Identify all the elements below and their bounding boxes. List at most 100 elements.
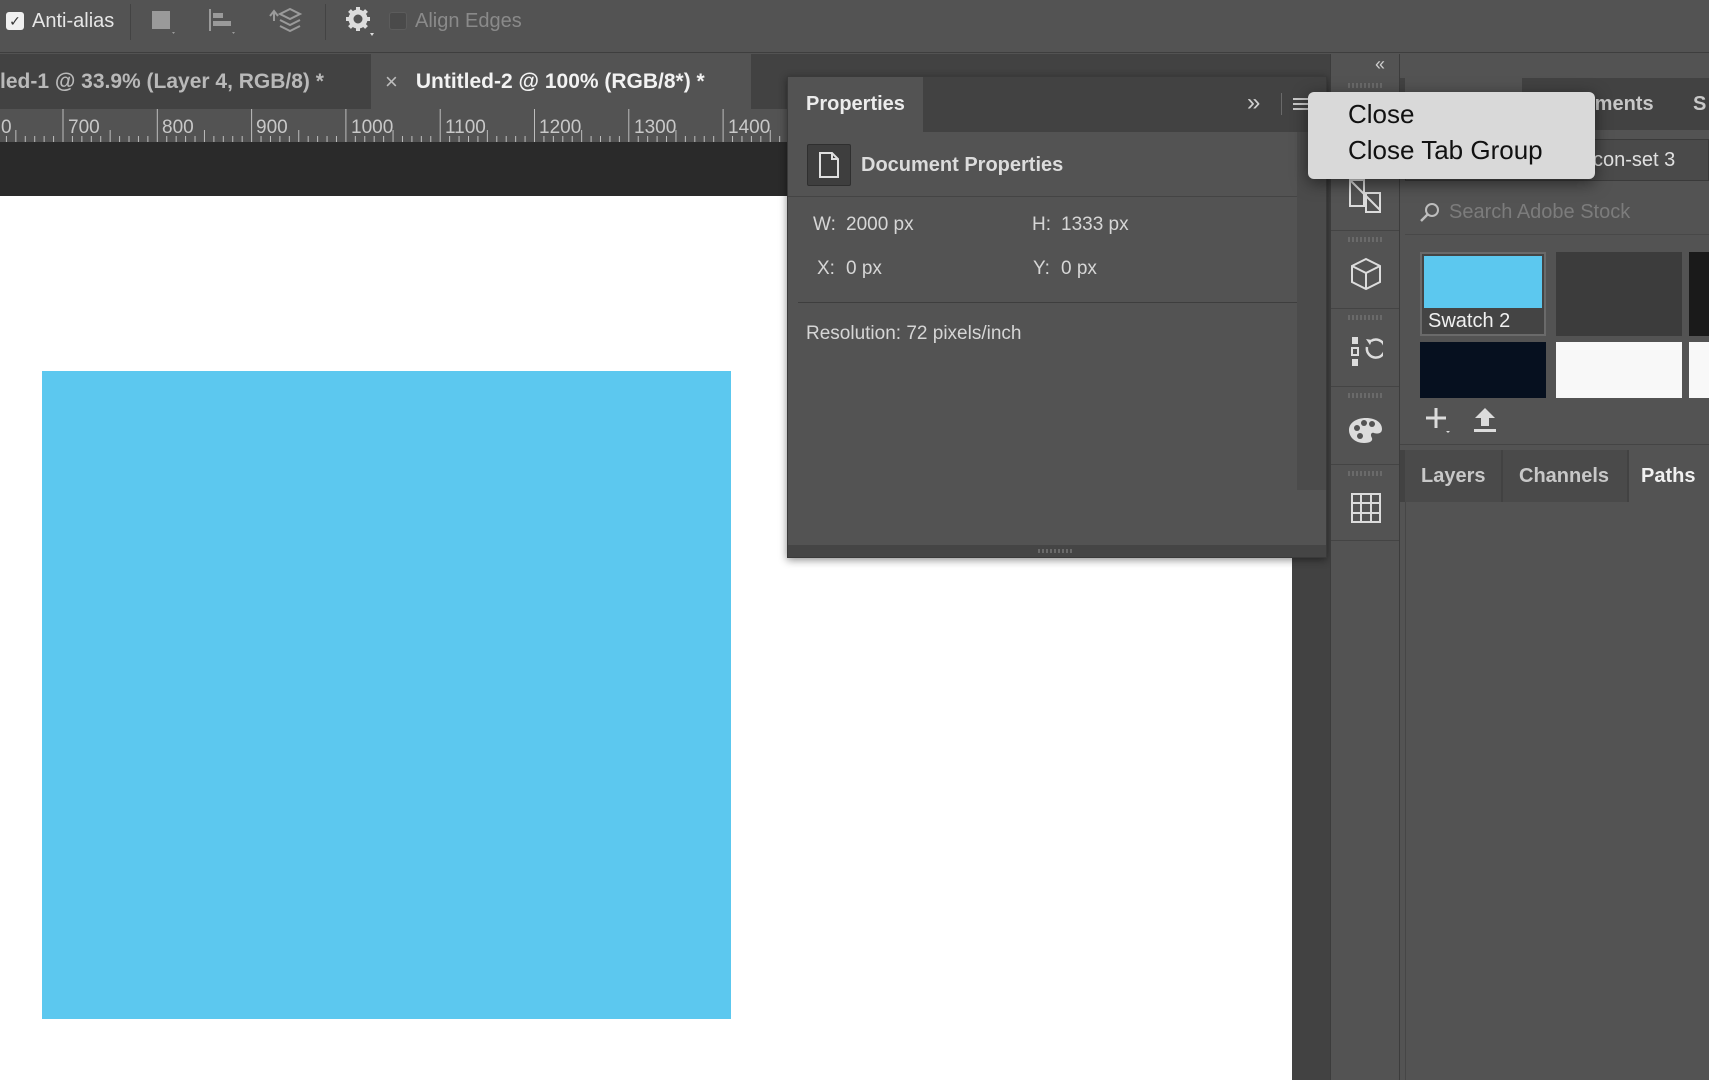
grip-handle[interactable] xyxy=(1348,237,1384,242)
paths-panel-body xyxy=(1405,502,1709,1080)
document-tab-untitled-2[interactable]: × Untitled-2 @ 100% (RGB/8*) * xyxy=(371,54,751,109)
swatch-tile[interactable] xyxy=(1556,342,1682,398)
x-label: X: xyxy=(817,258,835,279)
y-label: Y: xyxy=(1033,258,1050,279)
tab-adjustments[interactable]: tments xyxy=(1588,78,1654,130)
tab-label: S xyxy=(1693,92,1707,115)
divider xyxy=(788,196,1308,197)
path-operations-button[interactable] xyxy=(150,0,176,42)
add-plus-icon[interactable] xyxy=(1424,406,1452,434)
horizontal-ruler: 0 700 800 900 1000 1100 1200 1300 1400 xyxy=(0,109,790,142)
stock-search-field[interactable]: Search Adobe Stock xyxy=(1405,189,1709,235)
divider xyxy=(1331,540,1399,541)
menu-item-close[interactable]: Close xyxy=(1348,99,1414,130)
panel-context-menu: Close Close Tab Group xyxy=(1308,92,1595,179)
grip-handle[interactable] xyxy=(1348,315,1384,320)
path-arrangement-icon xyxy=(269,7,303,33)
swatch-tile-selected[interactable]: Swatch 2 xyxy=(1420,252,1546,336)
swatch-tile[interactable] xyxy=(1689,342,1709,398)
path-operations-icon xyxy=(152,11,175,34)
tab-properties[interactable]: Properties xyxy=(788,77,923,132)
ruler-label: 1000 xyxy=(351,117,394,138)
panel-menu-icon[interactable] xyxy=(1293,97,1309,111)
swatch-tile[interactable] xyxy=(1420,342,1546,398)
properties-panel-header: Properties » xyxy=(788,77,1326,132)
align-edges-label: Align Edges xyxy=(415,9,522,32)
tab-label: Properties xyxy=(806,93,905,115)
height-value[interactable]: 1333 px xyxy=(1061,214,1129,236)
tab-styles[interactable]: S xyxy=(1693,78,1706,130)
divider xyxy=(1331,386,1399,387)
tab-label: Paths xyxy=(1641,464,1696,487)
search-icon xyxy=(1420,203,1439,222)
ruler-label: 1400 xyxy=(728,117,771,138)
divider xyxy=(1331,464,1399,465)
grid-icon[interactable] xyxy=(1346,488,1386,528)
separator xyxy=(325,4,326,40)
document-tab-untitled-1[interactable]: led-1 @ 33.9% (Layer 4, RGB/8) * xyxy=(0,54,370,109)
tab-channels[interactable]: Channels xyxy=(1503,450,1627,502)
swatch-color xyxy=(1424,256,1542,308)
ruler-label: 700 xyxy=(68,117,100,138)
separator xyxy=(130,4,131,40)
menu-item-close-tab-group[interactable]: Close Tab Group xyxy=(1348,135,1543,166)
checkbox-checked-icon: ✓ xyxy=(6,12,24,30)
swatch-tile[interactable] xyxy=(1689,252,1709,336)
ruler-label: 0 xyxy=(1,117,12,138)
swatch-tile[interactable] xyxy=(1556,252,1682,336)
scrollbar-track[interactable] xyxy=(1297,132,1326,490)
divider xyxy=(798,302,1298,303)
y-value[interactable]: 0 px xyxy=(1061,258,1097,280)
document-icon xyxy=(807,144,851,186)
blue-rectangle-shape[interactable] xyxy=(42,371,731,1019)
history-icon[interactable] xyxy=(1346,332,1386,372)
divider xyxy=(1331,308,1399,309)
tab-label: Layers xyxy=(1421,464,1486,487)
swatch-label: Swatch 2 xyxy=(1428,310,1511,332)
path-arrangement-button[interactable] xyxy=(266,0,306,42)
tab-label: tments xyxy=(1588,92,1654,115)
divider xyxy=(1400,444,1709,445)
collapse-dock-icon[interactable]: ‹‹ xyxy=(1375,54,1385,75)
tab-label: Channels xyxy=(1519,464,1610,487)
document-tab-title: Untitled-2 @ 100% (RGB/8*) * xyxy=(415,69,705,93)
document-tab-title: led-1 @ 33.9% (Layer 4, RGB/8) * xyxy=(0,69,324,93)
path-alignment-icon xyxy=(209,9,235,34)
library-name: con-set 3 xyxy=(1593,149,1676,171)
tab-layers[interactable]: Layers xyxy=(1405,450,1501,502)
panel-resize-handle[interactable] xyxy=(788,545,1326,557)
path-alignment-button[interactable] xyxy=(207,0,237,42)
ruler-label: 900 xyxy=(256,117,288,138)
3d-cube-icon[interactable] xyxy=(1346,254,1386,294)
swatches-palette-icon[interactable] xyxy=(1346,410,1386,450)
search-placeholder: Search Adobe Stock xyxy=(1449,201,1631,223)
height-label: H: xyxy=(1032,214,1051,235)
separator xyxy=(1281,93,1282,115)
width-value[interactable]: 2000 px xyxy=(846,214,914,236)
tab-paths[interactable]: Paths xyxy=(1629,450,1709,502)
panel-icon-strip: ‹‹ xyxy=(1330,54,1400,1080)
ruler-label: 1200 xyxy=(539,117,582,138)
settings-button[interactable] xyxy=(344,0,376,42)
collapse-panel-icon[interactable]: » xyxy=(1247,89,1260,117)
upload-icon[interactable] xyxy=(1472,406,1498,434)
ruler-label: 1300 xyxy=(634,117,677,138)
grip-handle[interactable] xyxy=(1348,393,1384,398)
gear-icon xyxy=(346,7,374,36)
align-edges-checkbox[interactable]: Align Edges xyxy=(389,0,522,42)
anti-alias-checkbox[interactable]: ✓ Anti-alias xyxy=(6,0,114,42)
anti-alias-label: Anti-alias xyxy=(32,9,115,32)
options-bar: ✓ Anti-alias Align Edges xyxy=(0,0,1709,53)
ruler-label: 1100 xyxy=(445,117,486,138)
resolution-text: Resolution: 72 pixels/inch xyxy=(806,323,1022,344)
divider xyxy=(1331,230,1399,231)
libraries-icon[interactable] xyxy=(1346,176,1386,216)
section-title: Document Properties xyxy=(861,154,1064,176)
properties-panel: Properties » Document Properties W: 2000… xyxy=(787,76,1327,558)
ruler-label: 800 xyxy=(162,117,194,138)
right-dock: tments S con-set 3 Search Adobe Stock Sw… xyxy=(1400,54,1709,1080)
grip-handle[interactable] xyxy=(1348,471,1384,476)
x-value[interactable]: 0 px xyxy=(846,258,882,280)
grip-handle[interactable] xyxy=(1348,83,1384,88)
close-tab-icon[interactable]: × xyxy=(385,69,398,95)
